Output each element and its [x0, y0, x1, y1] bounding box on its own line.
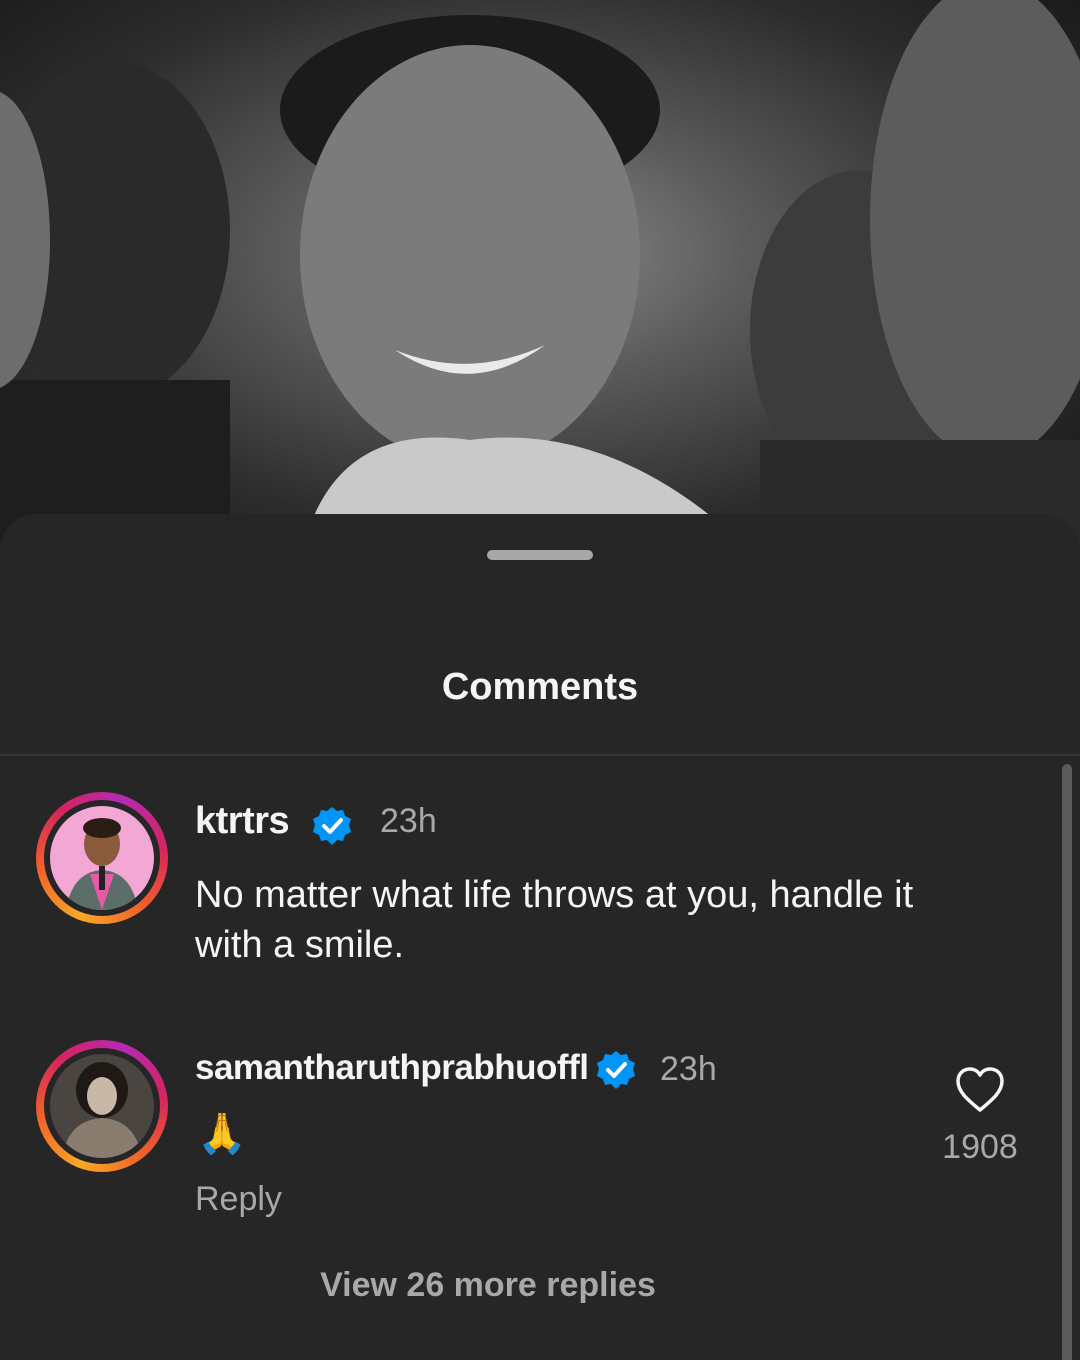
comment-text: 🙏: [197, 1112, 247, 1156]
profile-picture: [50, 1054, 154, 1158]
profile-picture: [50, 806, 154, 910]
comment-username[interactable]: samantharuthprabhuoffl: [195, 1048, 589, 1088]
avatar-ktrtrs[interactable]: [36, 792, 168, 924]
view-more-replies-button[interactable]: View 26 more replies: [188, 1266, 788, 1305]
comment-text: No matter what life throws at you, handl…: [195, 874, 914, 966]
comment-time: 23h: [660, 1050, 717, 1088]
scrollbar[interactable]: [1062, 764, 1072, 1360]
comment-time: 23h: [380, 802, 437, 840]
screen: Comments ktrtrs 23h No matter what life …: [0, 0, 1080, 1360]
drag-handle[interactable]: [487, 550, 593, 560]
verified-badge-icon: [313, 807, 351, 845]
post-photo: [0, 0, 1080, 560]
like-count: 1908: [942, 1128, 1018, 1166]
reply-button[interactable]: Reply: [195, 1180, 282, 1219]
sheet-title: Comments: [441, 666, 639, 708]
divider: [0, 754, 1080, 756]
comment-username[interactable]: ktrtrs: [195, 800, 290, 843]
heart-icon[interactable]: [954, 1066, 1006, 1114]
comments-sheet: Comments ktrtrs 23h No matter what life …: [0, 514, 1080, 1360]
avatar-samantharuthprabhuoffl[interactable]: [36, 1040, 168, 1172]
verified-badge-icon: [597, 1051, 635, 1089]
